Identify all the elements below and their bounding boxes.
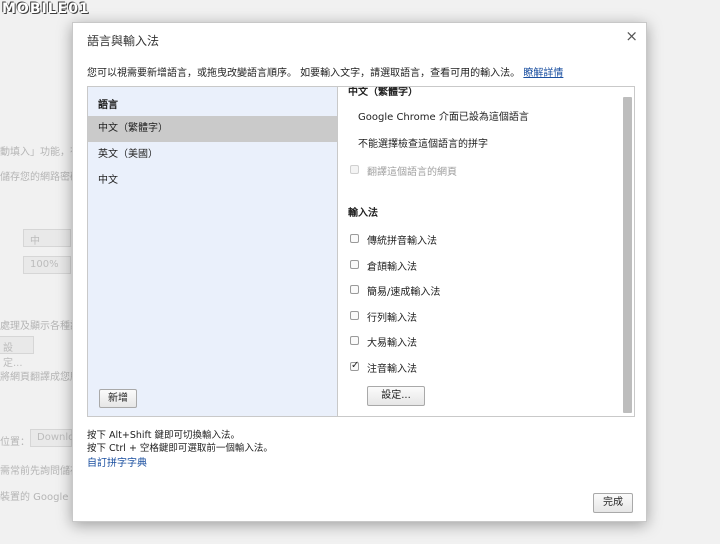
bg-text: 動填入」功能，有 <box>0 147 80 158</box>
add-language-button[interactable]: 新增 <box>99 389 137 408</box>
input-method-label: 倉頡輸入法 <box>367 262 417 273</box>
bg-settings-button: 設定... <box>0 336 34 369</box>
bg-text: 儲存您的網路密碼 <box>0 172 80 183</box>
hint-previous-ime: 按下 Ctrl + 空格鍵即可選取前一個輸入法。 <box>87 443 273 454</box>
input-methods-header: 輸入法 <box>348 208 378 219</box>
close-icon[interactable]: × <box>625 27 638 45</box>
translate-label: 翻譯這個語言的網頁 <box>367 167 457 178</box>
input-method-label: 傳統拼音輸入法 <box>367 236 437 247</box>
spellcheck-note: 不能選擇檢查這個語言的拼字 <box>358 139 488 150</box>
bg-zoom-select: 100% <box>23 256 71 274</box>
bg-download-field: Downloa <box>30 429 80 447</box>
input-method-checkbox[interactable] <box>350 234 359 243</box>
input-method-checkbox-checked[interactable] <box>350 360 359 371</box>
dialog-title: 語言與輸入法 <box>87 34 160 48</box>
input-method-checkbox[interactable] <box>350 336 359 345</box>
bg-text: 需常前先詢問儲存 <box>0 466 80 477</box>
input-method-settings-button[interactable]: 設定... <box>367 386 425 406</box>
dialog-description: 您可以視需要新增語言，或拖曳改變語言順序。 如要輸入文字，請選取語言，查看可用的… <box>87 64 563 79</box>
language-item-chinese[interactable]: 中文 <box>88 168 337 194</box>
language-details: 中文（繁體字） Google Chrome 介面已設為這個語言 不能選擇檢查這個… <box>338 87 622 416</box>
language-panel: 語言 中文（繁體字） 英文（美國） 中文 新增 中文（繁體字） Google C… <box>87 86 635 417</box>
hint-switch-ime: 按下 Alt+Shift 鍵即可切換輸入法。 <box>87 430 240 441</box>
bg-text: 位置： <box>0 437 30 448</box>
site-logo: MOBILE01 <box>2 1 90 17</box>
language-list: 語言 中文（繁體字） 英文（美國） 中文 新增 <box>88 87 338 416</box>
ui-language-note: Google Chrome 介面已設為這個語言 <box>358 112 529 123</box>
input-method-label: 注音輸入法 <box>367 364 417 375</box>
translate-checkbox[interactable] <box>350 165 359 174</box>
language-item-traditional-chinese[interactable]: 中文（繁體字） <box>88 116 337 142</box>
bg-text: 處理及顯示各種語 <box>0 321 80 332</box>
bg-text: 裝置的 Google 雲 <box>0 492 82 503</box>
section-header: 中文（繁體字） <box>348 87 418 98</box>
input-method-checkbox[interactable] <box>350 260 359 269</box>
input-method-label: 行列輸入法 <box>367 313 417 324</box>
details-scrollbar[interactable] <box>623 97 632 413</box>
languages-header: 語言 <box>98 100 118 111</box>
bg-font-size-select: 中 <box>23 229 71 247</box>
languages-dialog: 語言與輸入法 × 您可以視需要新增語言，或拖曳改變語言順序。 如要輸入文字，請選… <box>72 22 647 522</box>
done-button[interactable]: 完成 <box>593 493 633 513</box>
input-method-label: 簡易/速成輸入法 <box>367 287 441 298</box>
learn-more-link[interactable]: 瞭解詳情 <box>523 68 563 79</box>
input-method-checkbox[interactable] <box>350 311 359 320</box>
input-method-checkbox[interactable] <box>350 285 359 294</box>
bg-text: 將網頁翻譯成您所 <box>0 372 80 383</box>
language-item-english-us[interactable]: 英文（美國） <box>88 142 337 168</box>
custom-dictionary-link[interactable]: 自訂拼字字典 <box>87 454 147 469</box>
description-text: 您可以視需要新增語言，或拖曳改變語言順序。 如要輸入文字，請選取語言，查看可用的… <box>87 68 521 79</box>
input-method-label: 大易輸入法 <box>367 338 417 349</box>
